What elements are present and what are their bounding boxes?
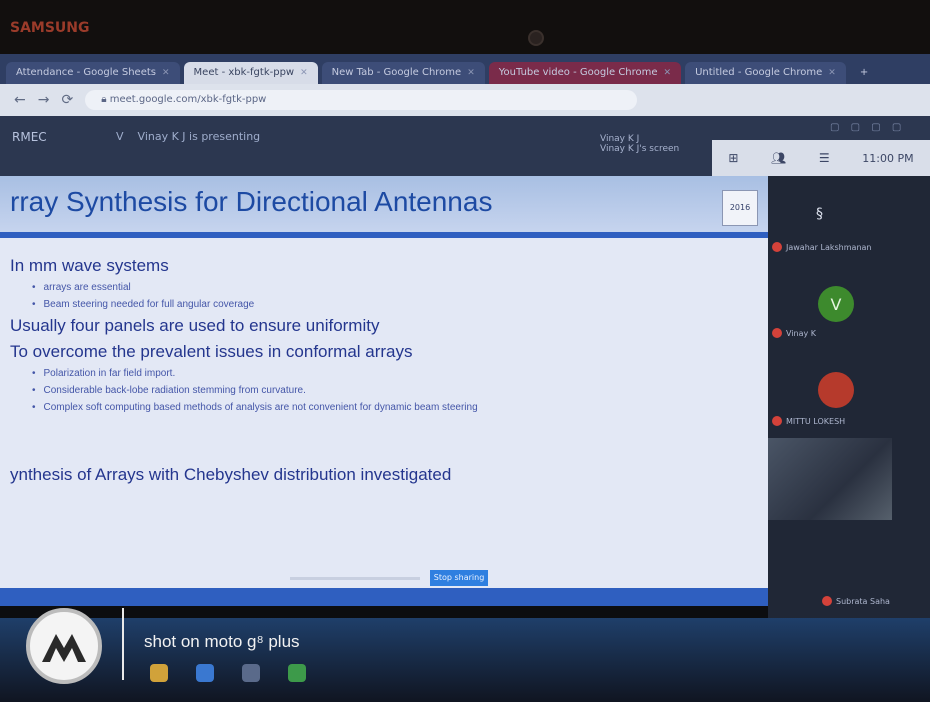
slide-bullet: Complex soft computing based methods of … — [32, 402, 750, 413]
forward-icon[interactable]: → — [38, 92, 50, 108]
address-bar: ← → ⟳ 🔒︎ meet.google.com/xbk-fgtk-ppw — [0, 84, 930, 116]
participant-name: Subrata Saha — [836, 597, 890, 606]
slide-bullet: Considerable back-lobe radiation stemmin… — [32, 385, 750, 396]
chat-icon[interactable]: ☰ — [819, 151, 830, 165]
presenter-initial: V — [116, 130, 124, 143]
slide-bullet: arrays are essential — [32, 282, 750, 293]
url-text: meet.google.com/xbk-fgtk-ppw — [109, 94, 267, 105]
tab-label: Attendance - Google Sheets — [16, 67, 156, 78]
close-icon[interactable]: ✕ — [300, 62, 308, 84]
participants-panel: § Jawahar Lakshmanan V Vinay K MITTU LOK… — [768, 176, 930, 620]
tab-strip: Attendance - Google Sheets ✕ Meet - xbk-f… — [0, 54, 930, 84]
slide-heading: In mm wave systems — [10, 256, 169, 275]
store-icon[interactable] — [242, 664, 260, 682]
url-field[interactable]: 🔒︎ meet.google.com/xbk-fgtk-ppw — [85, 90, 638, 110]
mic-off-icon — [772, 242, 782, 252]
tab-label: Untitled - Google Chrome — [695, 67, 823, 78]
slide-footer — [0, 588, 768, 606]
clock-text: 11:00 PM — [862, 151, 914, 165]
participant-name: MITTU LOKESH — [786, 417, 846, 426]
mic-off-icon — [772, 328, 782, 338]
lock-icon: 🔒︎ — [101, 94, 110, 105]
monitor-brand: SAMSUNG — [10, 20, 90, 36]
chip-right: Vinay K J's screen — [600, 144, 680, 154]
tab-meet[interactable]: Meet - xbk-fgtk-ppw ✕ — [183, 62, 318, 84]
avatar — [818, 372, 854, 408]
motorola-m-icon — [42, 634, 86, 662]
close-icon[interactable]: ✕ — [162, 62, 170, 84]
reload-icon[interactable]: ⟳ — [61, 92, 73, 108]
meet-brand: RMEC — [12, 130, 47, 144]
slide-heading: Usually four panels are used to ensure u… — [10, 316, 380, 335]
presenter-icon: § — [816, 206, 823, 222]
stop-sharing-button[interactable]: Stop sharing — [430, 570, 488, 586]
people-icon[interactable]: 👥︎ — [771, 151, 786, 165]
edge-icon[interactable] — [196, 664, 214, 682]
tab-label: New Tab - Google Chrome — [331, 67, 462, 78]
slide-body: In mm wave systems arrays are essential … — [10, 254, 750, 491]
window-controls[interactable]: ▢ ▢ ▢ ▢ — [830, 122, 905, 133]
watermark-divider — [122, 608, 124, 680]
tab-label: Meet - xbk-fgtk-ppw — [193, 67, 295, 78]
meet-header: RMEC V Vinay K J is presenting Vinay K JV… — [0, 116, 930, 176]
slide-heading: To overcome the prevalent issues in conf… — [10, 342, 413, 361]
avatar: V — [818, 286, 854, 322]
camera-watermark: shot on moto g⁸ plus — [144, 632, 300, 651]
folder-icon[interactable] — [150, 664, 168, 682]
browser-window: Attendance - Google Sheets ✕ Meet - xbk-f… — [0, 54, 930, 116]
tab-newtab[interactable]: New Tab - Google Chrome ✕ — [321, 62, 485, 84]
slide-bullet: Polarization in far field import. — [32, 368, 750, 379]
presented-slide: rray Synthesis for Directional Antennas … — [0, 176, 768, 606]
motorola-logo-icon — [26, 608, 102, 684]
video-tile — [768, 438, 892, 520]
plus-icon: + — [859, 67, 869, 78]
slide-bullet: Beam steering needed for full angular co… — [32, 299, 750, 310]
share-track — [290, 576, 420, 580]
participant-name: Jawahar Lakshmanan — [786, 243, 872, 252]
presenter-chip[interactable]: Vinay K J Vinay K J's screen — [600, 134, 679, 154]
participant-name: Vinay K — [786, 329, 817, 338]
tab-sheets[interactable]: Attendance - Google Sheets ✕ — [6, 62, 180, 84]
taskbar-icons — [150, 664, 306, 682]
grid-icon[interactable]: ⊞ — [728, 151, 738, 165]
meet-toolbar: ⊞ 👥︎ ☰ 11:00 PM — [712, 140, 930, 176]
slide-heading: ynthesis of Arrays with Chebyshev distri… — [10, 465, 452, 484]
tab-label: YouTube video - Google Chrome — [498, 67, 658, 78]
tab-untitled[interactable]: Untitled - Google Chrome ✕ — [685, 62, 846, 84]
close-icon[interactable]: ✕ — [664, 62, 672, 84]
webcam-icon — [528, 30, 544, 46]
mic-off-icon — [772, 416, 782, 426]
chip-left: Vinay K J — [600, 134, 640, 144]
new-tab-button[interactable]: + — [850, 62, 878, 84]
mic-off-icon — [822, 596, 832, 606]
slide-header: rray Synthesis for Directional Antennas … — [0, 176, 768, 238]
back-icon[interactable]: ← — [14, 92, 26, 108]
close-icon[interactable]: ✕ — [828, 62, 836, 84]
monitor-bezel: SAMSUNG — [0, 0, 930, 58]
presenter-label: V Vinay K J is presenting — [116, 130, 260, 143]
presenter-text: Vinay K J is presenting — [137, 130, 261, 143]
slide-title: rray Synthesis for Directional Antennas — [10, 186, 493, 217]
tab-youtube[interactable]: YouTube video - Google Chrome ✕ — [488, 62, 682, 84]
chrome-icon[interactable] — [288, 664, 306, 682]
close-icon[interactable]: ✕ — [467, 62, 475, 84]
share-bar: Stop sharing — [290, 570, 488, 586]
institution-logo: 2016 — [722, 190, 758, 226]
taskbar — [0, 618, 930, 702]
